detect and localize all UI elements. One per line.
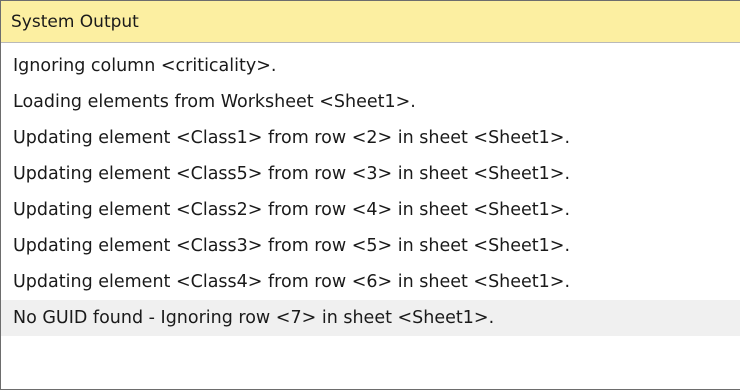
system-output-panel: System Output Ignoring column <criticali… (0, 0, 740, 390)
output-line[interactable]: Updating element <Class4> from row <6> i… (1, 264, 740, 300)
output-line[interactable]: Ignoring column <criticality>. (1, 48, 740, 84)
output-line-selected[interactable]: No GUID found - Ignoring row <7> in shee… (1, 300, 740, 336)
output-line[interactable]: Updating element <Class5> from row <3> i… (1, 156, 740, 192)
panel-title: System Output (11, 11, 139, 32)
output-line[interactable]: Updating element <Class2> from row <4> i… (1, 192, 740, 228)
panel-header[interactable]: System Output (1, 1, 740, 43)
output-line[interactable]: Updating element <Class3> from row <5> i… (1, 228, 740, 264)
output-line[interactable]: Loading elements from Worksheet <Sheet1>… (1, 84, 740, 120)
output-list[interactable]: Ignoring column <criticality>. Loading e… (1, 43, 740, 336)
output-line[interactable]: Updating element <Class1> from row <2> i… (1, 120, 740, 156)
